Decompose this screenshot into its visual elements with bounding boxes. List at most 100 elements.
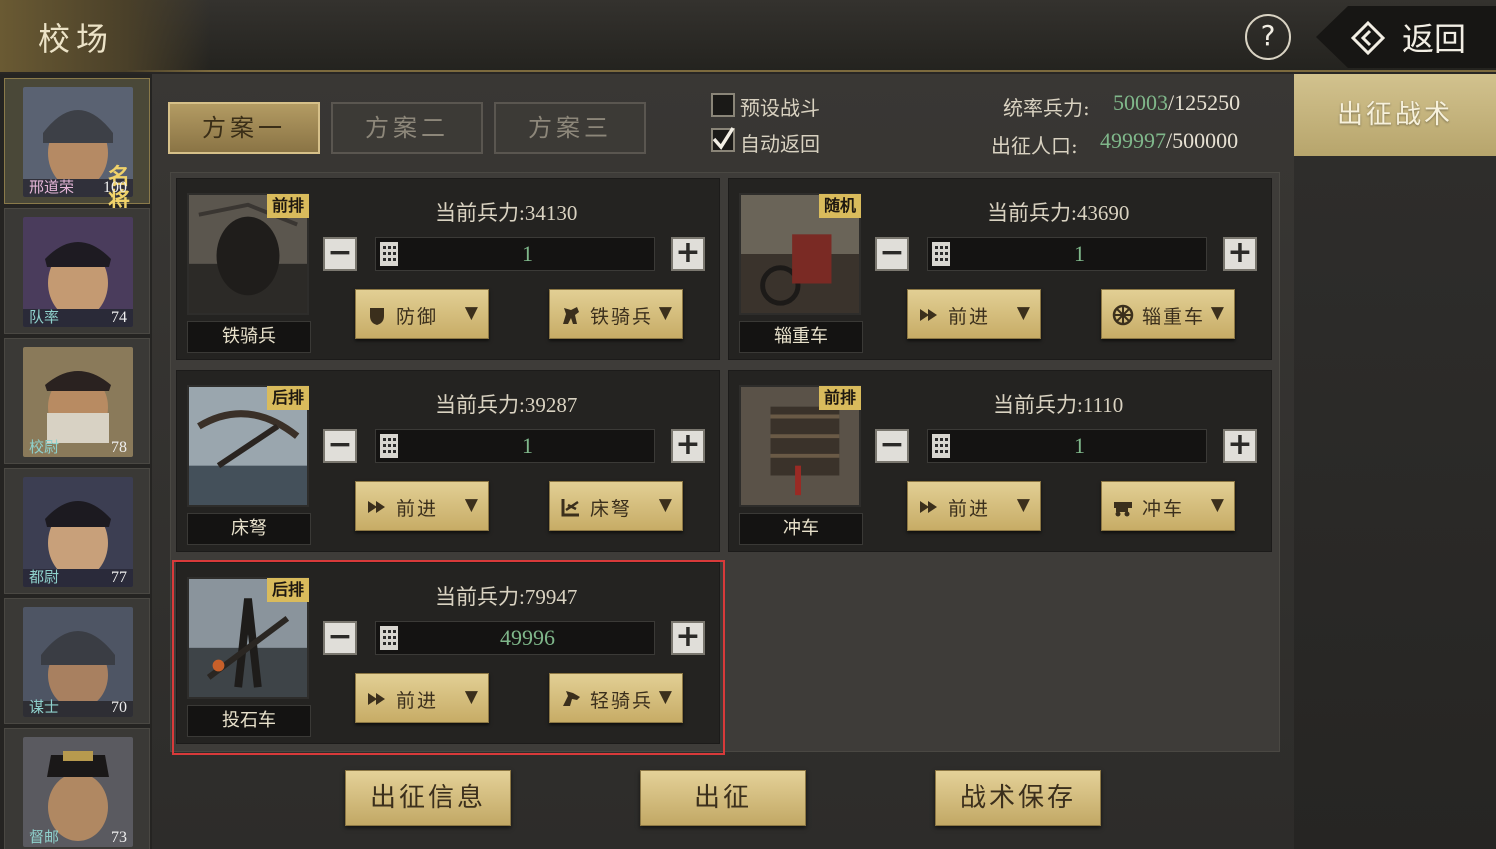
target-dropdown[interactable]: 床弩 ▼ bbox=[549, 481, 683, 531]
fast-forward-icon bbox=[368, 501, 385, 513]
increase-button[interactable]: + bbox=[671, 237, 705, 271]
population-max: /500000 bbox=[1166, 128, 1239, 153]
position-badge: 随机 bbox=[819, 194, 861, 218]
fast-forward-icon bbox=[920, 501, 937, 513]
decrease-button[interactable]: − bbox=[323, 237, 357, 271]
preset-battle-checkbox[interactable] bbox=[711, 93, 735, 117]
troops-value: 1110 bbox=[1082, 393, 1124, 417]
unit-slot-2: 随机 辎重车 当前兵力:43690 − 1 + 前进 ▼ 辎重车 ▼ bbox=[728, 178, 1272, 360]
command-current: 50003 bbox=[1113, 90, 1168, 115]
back-label[interactable]: 返回 bbox=[1402, 14, 1466, 60]
expedition-info-button[interactable]: 出征信息 bbox=[345, 770, 511, 826]
chevron-down-icon: ▼ bbox=[464, 495, 478, 515]
decrease-button[interactable]: − bbox=[875, 237, 909, 271]
troops-value: 34130 bbox=[524, 201, 578, 225]
chevron-down-icon: ▼ bbox=[1016, 495, 1030, 515]
position-badge: 前排 bbox=[819, 386, 861, 410]
general-card-4[interactable]: 都尉 77 bbox=[4, 468, 150, 594]
command-value: 50003/125250 bbox=[1113, 90, 1240, 116]
ram-cart-icon bbox=[1114, 502, 1132, 517]
population-label: 出征人口: bbox=[991, 134, 1078, 158]
unit-name: 辎重车 bbox=[739, 321, 863, 353]
decrease-button[interactable]: − bbox=[323, 429, 357, 463]
ballista-icon bbox=[561, 499, 579, 517]
chevron-down-icon: ▼ bbox=[1016, 303, 1030, 323]
shield-icon bbox=[370, 308, 384, 325]
stance-dropdown[interactable]: 前进 ▼ bbox=[907, 481, 1041, 531]
general-level: 73 bbox=[111, 829, 127, 846]
general-card-5[interactable]: 谋士 70 bbox=[4, 598, 150, 724]
target-dropdown[interactable]: 辎重车 ▼ bbox=[1101, 289, 1235, 339]
general-card-1[interactable]: 名将 邢道荣 100 bbox=[4, 78, 150, 213]
increase-button[interactable]: + bbox=[671, 429, 705, 463]
general-level: 74 bbox=[111, 309, 127, 326]
help-button[interactable]: ? bbox=[1245, 14, 1291, 60]
expedition-button[interactable]: 出征 bbox=[640, 770, 806, 826]
target-label: 冲车 bbox=[1142, 498, 1185, 520]
wheel-icon bbox=[1112, 304, 1134, 326]
unit-name: 铁骑兵 bbox=[187, 321, 311, 353]
stance-dropdown[interactable]: 防御 ▼ bbox=[355, 289, 489, 339]
general-card-2[interactable]: 队率 74 bbox=[4, 208, 150, 334]
population-value: 499997/500000 bbox=[1100, 128, 1238, 154]
general-name: 都尉 bbox=[29, 568, 60, 586]
command-label: 统率兵力: bbox=[1003, 96, 1090, 120]
general-level: 78 bbox=[111, 439, 127, 456]
unit-slot-4: 前排 冲车 当前兵力:1110 − 1 + 前进 ▼ 冲车 ▼ bbox=[728, 370, 1272, 552]
target-dropdown[interactable]: 铁骑兵 ▼ bbox=[549, 289, 683, 339]
back-arrow-icon[interactable] bbox=[1350, 20, 1386, 56]
chevron-down-icon: ▼ bbox=[658, 495, 672, 515]
troops-value: 39287 bbox=[524, 393, 578, 417]
chevron-down-icon: ▼ bbox=[464, 303, 478, 323]
increase-button[interactable]: + bbox=[1223, 429, 1257, 463]
unit-slot-1: 前排 铁骑兵 当前兵力:34130 − 1 + 防御 ▼ 铁骑兵 ▼ bbox=[176, 178, 720, 360]
current-troops: 当前兵力:43690 bbox=[987, 197, 1129, 227]
page-title: 校场 bbox=[38, 20, 115, 58]
position-badge: 后排 bbox=[267, 386, 309, 410]
tab-plan-1[interactable]: 方案一 bbox=[168, 102, 320, 154]
count-value: 1 bbox=[1074, 433, 1085, 458]
auto-return-label[interactable]: 自动返回 bbox=[740, 128, 820, 157]
general-list: 名将 邢道荣 100 队率 74 校尉 78 都尉 77 谋士 70 督邮 73 bbox=[0, 74, 152, 849]
target-label: 铁骑兵 bbox=[590, 306, 654, 328]
chevron-down-icon: ▼ bbox=[1210, 495, 1224, 515]
save-tactics-button[interactable]: 战术保存 bbox=[935, 770, 1101, 826]
command-max: /125250 bbox=[1168, 90, 1241, 115]
troops-label: 当前兵力: bbox=[435, 393, 525, 417]
tab-plan-3[interactable]: 方案三 bbox=[494, 102, 646, 154]
count-value: 1 bbox=[522, 241, 533, 266]
stance-label: 前进 bbox=[948, 498, 991, 520]
auto-return-checkbox[interactable] bbox=[711, 127, 735, 152]
checkmark-icon bbox=[712, 127, 735, 150]
current-troops: 当前兵力:1110 bbox=[993, 389, 1123, 419]
fast-forward-icon bbox=[920, 309, 937, 321]
general-card-6[interactable]: 督邮 73 bbox=[4, 728, 150, 849]
stance-label: 前进 bbox=[948, 306, 991, 328]
stance-dropdown[interactable]: 前进 ▼ bbox=[907, 289, 1041, 339]
general-level: 70 bbox=[111, 699, 127, 716]
tab-expedition-tactics[interactable]: 出征战术 bbox=[1294, 74, 1496, 156]
troops-label: 当前兵力: bbox=[987, 201, 1077, 225]
decrease-button[interactable]: − bbox=[875, 429, 909, 463]
position-badge: 前排 bbox=[267, 194, 309, 218]
troops-label: 当前兵力: bbox=[435, 201, 525, 225]
target-label: 床弩 bbox=[590, 498, 633, 520]
general-card-3[interactable]: 校尉 78 bbox=[4, 338, 150, 464]
general-name: 队率 bbox=[29, 308, 60, 326]
unit-slot-3: 后排 床弩 当前兵力:39287 − 1 + 前进 ▼ 床弩 ▼ bbox=[176, 370, 720, 552]
general-name: 校尉 bbox=[29, 438, 60, 456]
general-name: 谋士 bbox=[29, 698, 60, 716]
preset-battle-label[interactable]: 预设战斗 bbox=[740, 92, 820, 121]
stance-label: 前进 bbox=[396, 498, 439, 520]
increase-button[interactable]: + bbox=[1223, 237, 1257, 271]
stance-dropdown[interactable]: 前进 ▼ bbox=[355, 481, 489, 531]
general-name: 督邮 bbox=[29, 828, 60, 846]
current-troops: 当前兵力:34130 bbox=[435, 197, 577, 227]
troops-value: 43690 bbox=[1076, 201, 1130, 225]
count-value: 1 bbox=[1074, 241, 1085, 266]
unit-name: 冲车 bbox=[739, 513, 863, 545]
tab-plan-2[interactable]: 方案二 bbox=[331, 102, 483, 154]
chevron-down-icon: ▼ bbox=[658, 303, 672, 323]
target-dropdown[interactable]: 冲车 ▼ bbox=[1101, 481, 1235, 531]
right-panel bbox=[1294, 74, 1496, 849]
